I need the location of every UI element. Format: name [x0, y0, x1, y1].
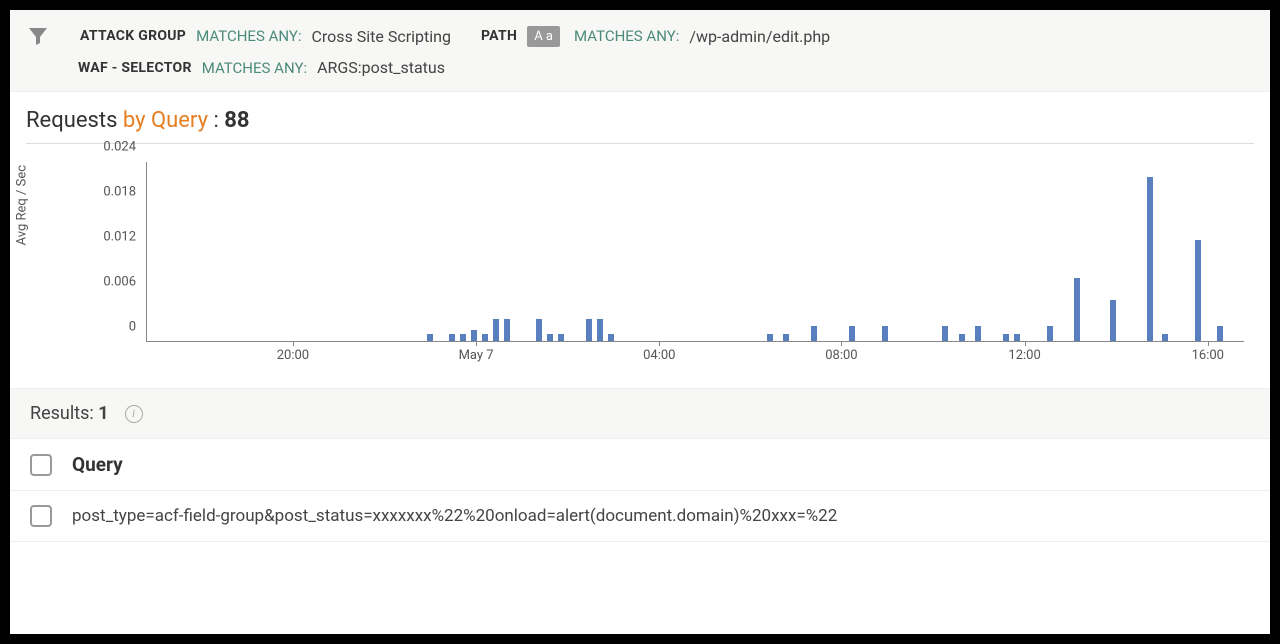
filter-path-label: PATH — [481, 28, 517, 44]
x-tickmark — [659, 341, 660, 346]
results-label-text: Results: — [30, 403, 98, 424]
chart-title-prefix: Requests — [26, 108, 123, 133]
filter-attack-group-value[interactable]: Cross Site Scripting — [312, 27, 451, 46]
chart-bar[interactable] — [849, 326, 855, 341]
chart-bar[interactable] — [1003, 334, 1009, 341]
case-sensitivity-badge[interactable]: A a — [527, 26, 560, 47]
chart-bar[interactable] — [427, 334, 433, 341]
x-tick-label: May 7 — [459, 348, 494, 363]
chart-bar[interactable] — [536, 319, 542, 341]
y-tick: 0.024 — [86, 140, 136, 155]
row-checkbox[interactable] — [30, 505, 52, 527]
chart-title: Requests by Query : 88 — [26, 108, 1254, 144]
chart-bar[interactable] — [1014, 334, 1020, 341]
chart-section: Requests by Query : 88 Avg Req / Sec 0 0.… — [10, 92, 1270, 388]
chart-bar[interactable] — [449, 334, 455, 341]
chart-bar[interactable] — [547, 334, 553, 341]
filter-bar: ATTACK GROUP MATCHES ANY: Cross Site Scr… — [10, 10, 1270, 92]
chart-bar[interactable] — [975, 326, 981, 341]
chart-bar[interactable] — [471, 330, 477, 341]
chart-bar[interactable] — [1110, 300, 1116, 341]
filter-waf-label: WAF - SELECTOR — [78, 60, 192, 76]
x-tick-label: 16:00 — [1192, 348, 1224, 363]
x-tickmark — [293, 341, 294, 346]
chart-bar[interactable] — [597, 319, 603, 341]
x-tickmark — [476, 341, 477, 346]
chart-bar[interactable] — [811, 326, 817, 341]
filter-path-value[interactable]: /wp-admin/edit.php — [689, 27, 830, 46]
y-axis: 00.0060.0120.0180.024 — [86, 162, 141, 342]
chart-bar[interactable] — [882, 326, 888, 341]
chart-bar[interactable] — [959, 334, 965, 341]
results-label: Results: 1 — [30, 403, 109, 424]
chart-bar[interactable] — [1074, 278, 1080, 341]
y-axis-label: Avg Req / Sec — [15, 165, 30, 245]
query-column-header[interactable]: Query — [72, 453, 123, 476]
info-icon[interactable]: i — [125, 405, 143, 423]
plot-area: 20:00May 704:0008:0012:0016:00 — [146, 162, 1244, 342]
x-tickmark — [1025, 341, 1026, 346]
table-header: Query — [10, 439, 1270, 491]
y-tick: 0.018 — [86, 185, 136, 200]
chart-bar[interactable] — [460, 334, 466, 341]
chart-bar[interactable] — [767, 334, 773, 341]
filter-attack-group-op: MATCHES ANY: — [196, 27, 301, 45]
chart-bar[interactable] — [1047, 326, 1053, 341]
filter-attack-group-label: ATTACK GROUP — [80, 28, 186, 44]
chart-bar[interactable] — [942, 326, 948, 341]
filter-path-op: MATCHES ANY: — [574, 27, 679, 45]
filter-icon[interactable] — [26, 24, 50, 48]
filter-row-1: ATTACK GROUP MATCHES ANY: Cross Site Scr… — [26, 24, 1254, 48]
x-tick-label: 04:00 — [643, 348, 675, 363]
chart-bar[interactable] — [558, 334, 564, 341]
x-tick-label: 08:00 — [825, 348, 857, 363]
chart-title-highlight: by Query — [123, 108, 208, 133]
filter-row-2: WAF - SELECTOR MATCHES ANY: ARGS:post_st… — [26, 58, 1254, 77]
chart-title-count: 88 — [224, 108, 249, 133]
chart-bar[interactable] — [1162, 334, 1168, 341]
chart-bar[interactable] — [482, 334, 488, 341]
x-tickmark — [1208, 341, 1209, 346]
select-all-checkbox[interactable] — [30, 454, 52, 476]
chart-container: Avg Req / Sec 00.0060.0120.0180.024 20:0… — [26, 152, 1254, 372]
results-bar: Results: 1 i — [10, 388, 1270, 439]
x-tick-label: 12:00 — [1008, 348, 1040, 363]
filter-waf-value[interactable]: ARGS:post_status — [317, 58, 445, 77]
y-tick: 0 — [86, 320, 136, 335]
chart-bar[interactable] — [1195, 240, 1201, 341]
filter-waf-op: MATCHES ANY: — [202, 59, 307, 77]
chart-bar[interactable] — [586, 319, 592, 341]
x-tickmark — [841, 341, 842, 346]
y-tick: 0.006 — [86, 275, 136, 290]
y-tick: 0.012 — [86, 230, 136, 245]
chart-bar[interactable] — [1147, 177, 1153, 341]
x-tick-label: 20:00 — [277, 348, 309, 363]
chart-bar[interactable] — [504, 319, 510, 341]
results-count: 1 — [98, 403, 108, 424]
chart-bar[interactable] — [493, 319, 499, 341]
chart-bar[interactable] — [608, 334, 614, 341]
query-cell: post_type=acf-field-group&post_status=xx… — [72, 506, 837, 526]
chart-title-sep: : — [208, 108, 224, 133]
chart-bar[interactable] — [783, 334, 789, 341]
chart-bar[interactable] — [1217, 326, 1223, 341]
table-row[interactable]: post_type=acf-field-group&post_status=xx… — [10, 491, 1270, 542]
